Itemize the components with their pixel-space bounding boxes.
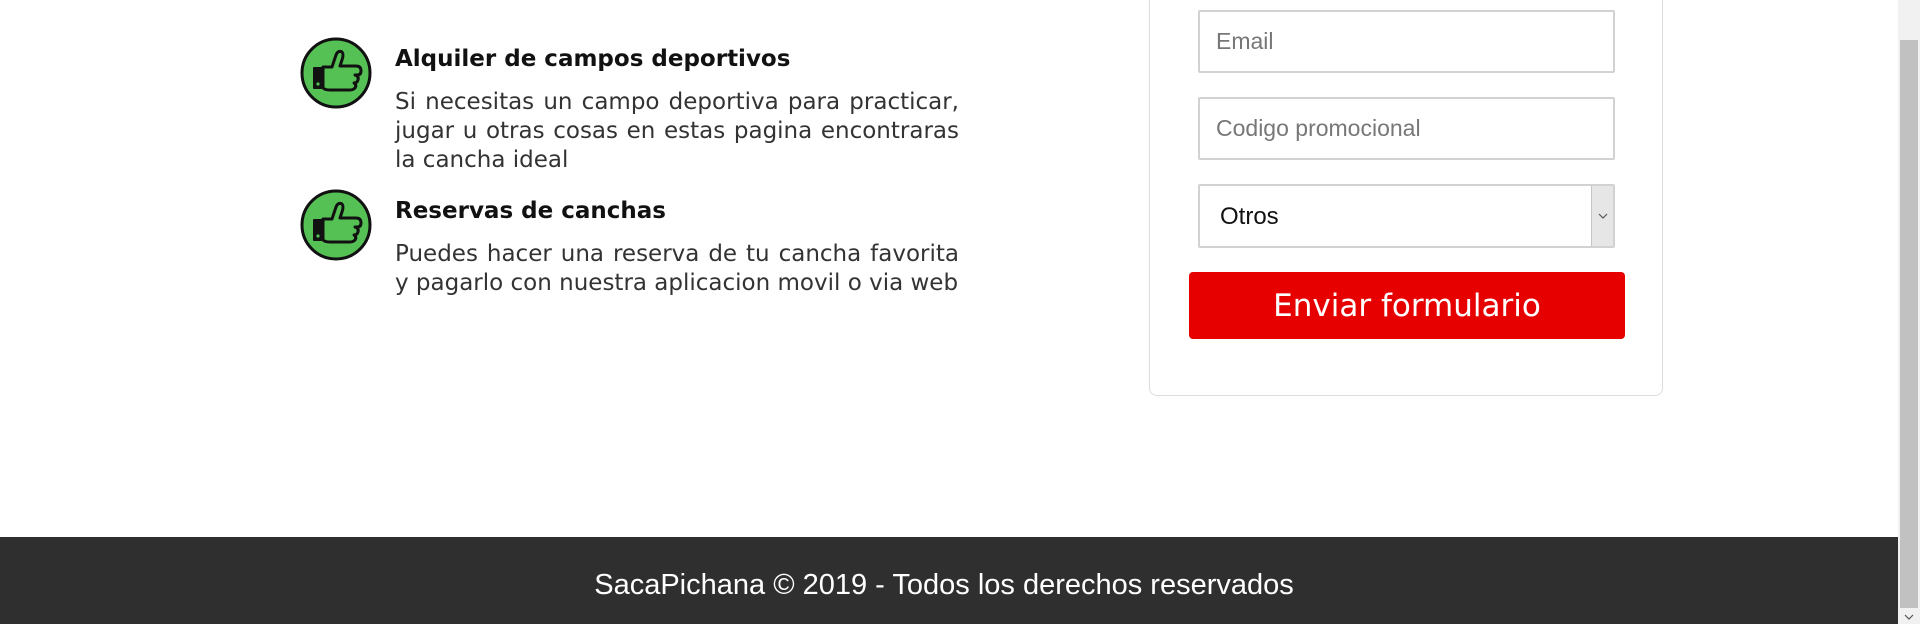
vertical-scrollbar[interactable]: [1898, 0, 1920, 624]
select-value: Otros: [1220, 203, 1279, 230]
promo-code-input[interactable]: [1198, 97, 1615, 160]
page: Alquiler de campos deportivos Si necesit…: [0, 0, 1898, 624]
feature-title: Reservas de canchas: [395, 198, 666, 224]
email-input[interactable]: [1198, 10, 1615, 73]
footer: SacaPichana © 2019 - Todos los derechos …: [0, 537, 1898, 624]
thumbs-pointing-icon: [300, 37, 372, 109]
thumbs-pointing-icon: [300, 189, 372, 261]
feature-description: Si necesitas un campo deportiva para pra…: [395, 89, 959, 173]
scroll-down-arrow-icon[interactable]: [1904, 613, 1914, 621]
category-select[interactable]: Otros: [1198, 184, 1615, 248]
feature-title: Alquiler de campos deportivos: [395, 46, 791, 72]
select-dropdown-button[interactable]: [1591, 186, 1613, 246]
chevron-down-icon: [1598, 213, 1608, 219]
footer-copyright: SacaPichana © 2019 - Todos los derechos …: [594, 569, 1294, 601]
submit-form-button[interactable]: Enviar formulario: [1189, 272, 1625, 339]
scrollbar-thumb[interactable]: [1900, 40, 1918, 608]
feature-description: Puedes hacer una reserva de tu cancha fa…: [395, 241, 959, 296]
